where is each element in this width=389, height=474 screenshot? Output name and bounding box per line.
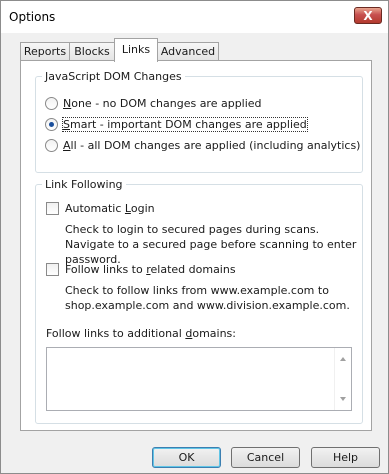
checkbox-label: Automatic Login: [65, 202, 155, 215]
vertical-scrollbar[interactable]: [334, 348, 351, 410]
checkbox[interactable]: [46, 263, 59, 276]
additional-domains-label: Follow links to additional domains:: [46, 327, 236, 340]
tab-label: Links: [121, 43, 151, 56]
radio-none[interactable]: None - no DOM changes are applied: [45, 97, 262, 110]
radio-label: All - all DOM changes are applied (inclu…: [63, 139, 361, 152]
title-bar[interactable]: Options X: [1, 1, 388, 33]
scroll-down-icon[interactable]: [340, 397, 346, 401]
group-legend: JavaScript DOM Changes: [45, 70, 182, 83]
close-button[interactable]: X: [354, 7, 382, 24]
tab-label: Blocks: [74, 45, 110, 58]
checkbox-label: Follow links to related domains: [65, 263, 236, 276]
links-tab-panel: JavaScript DOM Changes None - no DOM cha…: [20, 60, 372, 431]
tab-label: Advanced: [160, 45, 216, 58]
close-icon: X: [363, 8, 373, 23]
group-legend: Link Following: [45, 178, 123, 191]
additional-domains-input[interactable]: [46, 347, 352, 411]
scroll-up-icon[interactable]: [340, 357, 346, 361]
tab-reports[interactable]: Reports: [20, 42, 70, 61]
tab-links[interactable]: Links: [114, 38, 158, 62]
ok-button[interactable]: OK: [152, 447, 221, 468]
cancel-button-label: Cancel: [246, 451, 285, 464]
radio-button[interactable]: [45, 139, 58, 152]
automatic-login-description: Check to login to secured pages during s…: [65, 223, 357, 266]
radio-all[interactable]: All - all DOM changes are applied (inclu…: [45, 139, 360, 152]
radio-button-selected[interactable]: [45, 118, 58, 131]
checkbox[interactable]: [46, 202, 59, 215]
radio-label: None - no DOM changes are applied: [63, 97, 262, 110]
tab-advanced[interactable]: Advanced: [157, 42, 219, 61]
follow-related-domains-checkbox[interactable]: Follow links to related domains: [46, 263, 236, 276]
help-button-label: Help: [332, 451, 359, 464]
automatic-login-checkbox[interactable]: Automatic Login: [46, 202, 155, 215]
related-domains-description: Check to follow links from www.example.c…: [65, 284, 350, 312]
ok-button-label: OK: [178, 451, 195, 464]
cancel-button[interactable]: Cancel: [231, 447, 300, 468]
help-button[interactable]: Help: [311, 447, 380, 468]
radio-smart[interactable]: Smart - important DOM changes are applie…: [45, 117, 308, 132]
tab-label: Reports: [23, 45, 67, 58]
radio-button[interactable]: [45, 97, 58, 110]
radio-label: Smart - important DOM changes are applie…: [62, 117, 308, 132]
window-title: Options: [9, 10, 56, 24]
options-dialog: Options X Reports Blocks Links Advanced …: [0, 0, 389, 474]
tab-blocks[interactable]: Blocks: [69, 42, 115, 61]
